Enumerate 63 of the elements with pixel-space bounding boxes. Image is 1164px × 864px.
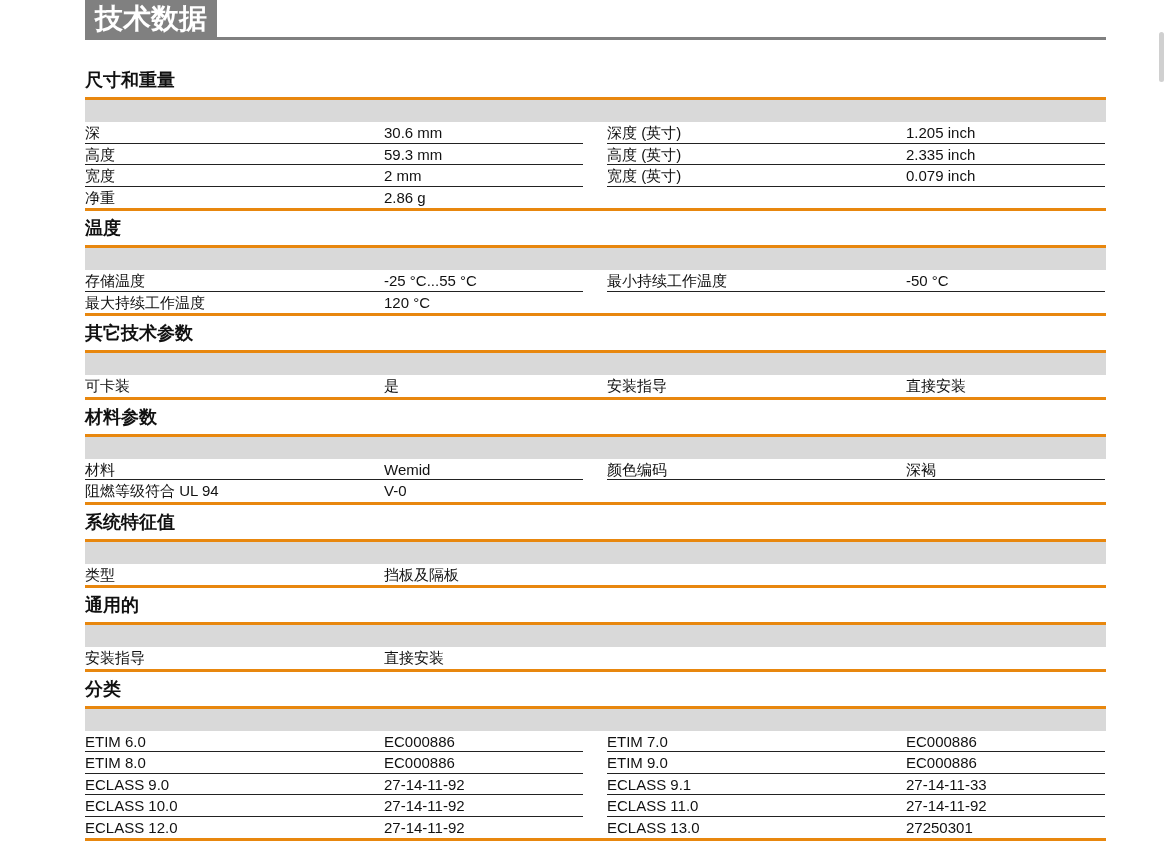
spec-value: V-0 [384,481,408,501]
spec-label: 高度 (英寸) [607,144,683,164]
spec-label: 材料 [85,459,116,479]
spec-label: ECLASS 12.0 [85,817,179,838]
spec-label: 宽度 [85,166,116,186]
spec-label: ETIM 9.0 [607,753,669,773]
spec-value: 2 mm [384,166,423,186]
spec-value: 120 °C [384,292,432,313]
spec-value: 2.86 g [384,187,427,208]
spec-value: 59.3 mm [384,144,444,164]
spec-value: 2.335 inch [906,144,977,164]
spec-label: ECLASS 11.0 [607,796,700,816]
spec-value: EC000886 [906,731,978,751]
section-heading: 尺寸和重量 [85,69,175,92]
spec-label: 最大持续工作温度 [85,292,206,313]
spec-label: 深度 (英寸) [607,123,683,143]
spec-value: 直接安装 [384,648,445,668]
spec-label: ETIM 6.0 [85,731,147,751]
section-heading: 材料参数 [85,405,157,429]
spec-label: ECLASS 9.1 [607,774,693,794]
spec-value: 0.079 inch [906,166,977,186]
spec-label: ETIM 7.0 [607,731,669,751]
spec-label: ECLASS 13.0 [607,817,701,838]
spec-value: 深褐 [906,459,937,479]
spec-label: ECLASS 10.0 [85,796,179,816]
spec-label: 安装指导 [85,648,146,668]
spec-value: 挡板及隔板 [384,564,460,585]
section-heading: 其它技术参数 [85,322,193,345]
spec-value: 1.205 inch [906,123,977,143]
spec-label: 最小持续工作温度 [607,271,728,291]
section-heading: 通用的 [85,594,139,617]
spec-value: 27-14-11-92 [384,774,466,794]
spec-label: 高度 [85,144,116,164]
spec-label: 存储温度 [85,271,146,291]
spec-value: 是 [384,376,400,396]
section-heading: 系统特征值 [85,510,175,534]
spec-label: 类型 [85,564,116,585]
spec-label: ETIM 8.0 [85,753,147,773]
spec-value: Wemid [384,459,432,479]
spec-label: 深 [85,123,101,143]
spec-value: 27250301 [906,817,974,838]
spec-value: EC000886 [906,753,978,773]
spec-value: -50 °C [906,271,950,291]
spec-label: 安装指导 [607,376,668,396]
spec-label: 净重 [85,187,116,208]
section-heading: 温度 [85,217,121,240]
scrollbar-thumb[interactable] [1159,32,1164,82]
spec-value: 27-14-11-92 [906,796,988,816]
section-heading: 分类 [85,677,121,701]
spec-label: 阻燃等级符合 UL 94 [85,481,220,501]
spec-value: 30.6 mm [384,123,444,143]
spec-label: 颜色编码 [607,459,668,479]
spec-value: 27-14-11-92 [384,796,466,816]
spec-label: 可卡装 [85,376,131,396]
spec-label: ECLASS 9.0 [85,774,171,794]
page-title: 技术数据 [85,0,217,37]
spec-value: 27-14-11-33 [906,774,988,794]
spec-value: EC000886 [384,753,456,773]
spec-label: 宽度 (英寸) [607,166,683,186]
spec-value: 27-14-11-92 [384,817,466,838]
spec-value: EC000886 [384,731,456,751]
spec-value: 直接安装 [906,376,967,396]
spec-value: -25 °C...55 °C [384,271,478,291]
